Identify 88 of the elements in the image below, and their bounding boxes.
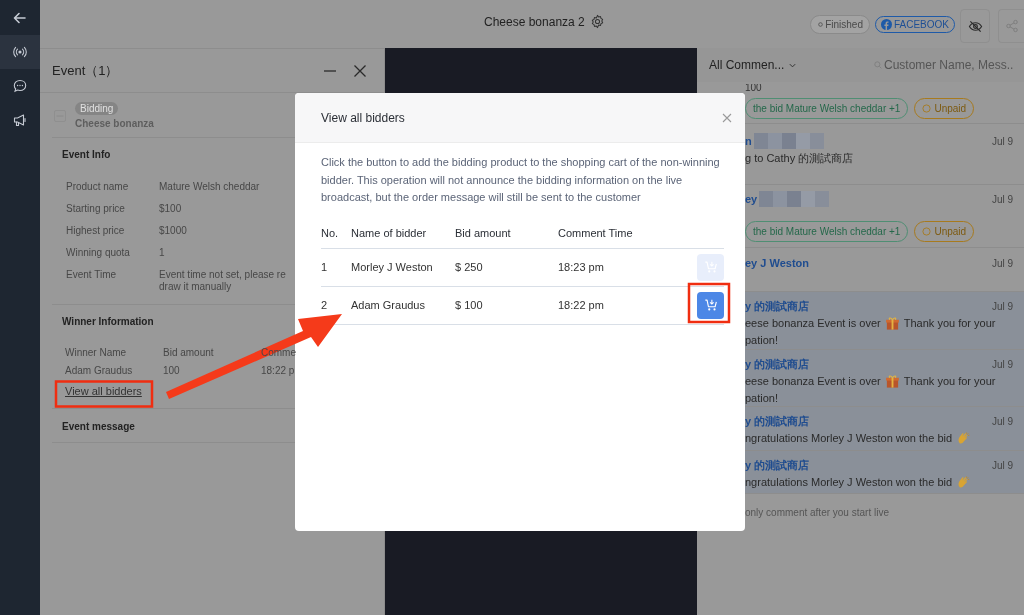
facebook-icon [881,18,892,30]
info-label: Starting price [66,203,126,215]
close-icon[interactable] [353,63,367,78]
commenter-name: y 的測試商店 [745,298,810,314]
broadcast-icon [12,44,28,60]
nav-item[interactable] [0,35,40,69]
comment-text: pation! [745,391,779,406]
column-header: Name of bidder [351,226,427,239]
comment-input[interactable]: only comment after you start live [745,507,1005,518]
comment-date: Jul 9 [991,459,1013,471]
cart-icon [703,298,718,312]
column-header: Comment Time [558,226,633,239]
commenter-name: n [745,135,752,147]
dialog-title: View all bidders [321,110,405,125]
table-cell: Adam Graudus [351,299,425,311]
eye-off-icon [967,18,983,34]
comment-date: Jul 9 [991,135,1013,147]
commenter-name: ey J Weston [745,257,809,269]
add-to-cart-button[interactable] [697,291,724,319]
panel-title: Event（1） [52,61,119,80]
megaphone-icon [12,112,28,128]
comment-date: Jul 9 [991,257,1013,269]
view-bidders-link[interactable]: View all bidders [65,385,142,397]
column-header: Winner Name [65,347,127,359]
event-tag: Bidding [75,101,119,115]
comment-text: Thank you for your [903,316,996,331]
circle-icon [922,104,932,113]
event-name: Cheese bonanza [75,117,154,129]
share-icon [1004,19,1019,33]
gift-icon [884,316,900,331]
section-title: Event message [62,421,135,432]
section-title: Event Info [62,149,111,160]
comment-text: Thank you for your [903,374,996,389]
chat-icon [12,78,28,94]
info-value: Event time not set, please re [159,269,286,281]
column-header: Bid amount [163,347,214,359]
platform-text: FACEBOOK [894,18,949,30]
dot-icon [818,21,824,27]
search-field[interactable]: Customer Name, Mess.. [874,58,1024,72]
comment-date: Jul 9 [991,415,1013,427]
comment-date: Jul 9 [991,300,1013,312]
highlight-box [687,282,731,324]
commenter-name: y 的測試商店 [745,356,810,372]
table-cell: 18:22 p [261,365,295,377]
info-value: draw it manually [159,281,232,293]
dialog-description: Click the button to add the bidding product to the shopping cart of the non-winning bidder. This operation will not announce the bidding information on the live broadcast, but the order message will still be sent to the customer [321,155,721,205]
table-cell: Adam Graudus [65,365,133,377]
comment-text: pation! [745,333,779,348]
comment-date: Jul 9 [991,193,1013,205]
clap-icon [956,475,972,490]
clap-icon [956,431,972,446]
table-cell: Morley J Weston [351,261,433,273]
gift-icon [884,374,900,389]
comment-date: Jul 9 [991,358,1013,370]
info-value: $100 [159,203,182,215]
comment-text: ngratulations Morley J Weston won the bid [745,431,953,446]
commenter-name: y 的測試商店 [745,457,810,473]
comment-text: eese bonanza Event is over [745,374,881,389]
info-value: $1000 [159,225,187,237]
table-cell: 1 [321,261,328,273]
section-title: Winner Information [62,316,154,327]
settings-icon[interactable] [589,14,605,29]
comment-text: g to Cathy 的測試商店 [745,151,854,166]
table-cell: 18:22 pm [558,299,604,311]
info-value: 1 [159,247,165,259]
column-header: No. [321,226,339,239]
live-title: Cheese bonanza 2 [484,14,585,29]
table-cell: $ 100 [455,299,483,311]
info-label: Event Time [66,269,118,282]
comment-text: 100 [745,84,763,92]
circle-icon [922,227,932,236]
status-text: Finished [825,18,863,30]
comment-text: ngratulations Morley J Weston won the bid [745,475,953,490]
info-label: Product name [66,181,130,193]
info-value: Mature Welsh cheddar [159,181,260,193]
table-cell: 18:23 pm [558,261,604,273]
table-cell: 2 [321,299,328,311]
filter-dropdown[interactable]: All Commen... [709,58,798,72]
hide-button[interactable] [960,9,990,43]
commenter-name: ey [745,193,758,205]
table-cell: $ 250 [455,261,483,273]
comment-text: eese bonanza Event is over [745,316,881,331]
table-cell: 100 [163,365,180,377]
info-label: Highest price [66,225,126,237]
close-icon[interactable] [722,112,732,123]
commenter-name: y 的測試商店 [745,413,810,429]
column-header: Bid amount [455,226,511,239]
info-label: Winning quota [66,247,131,259]
